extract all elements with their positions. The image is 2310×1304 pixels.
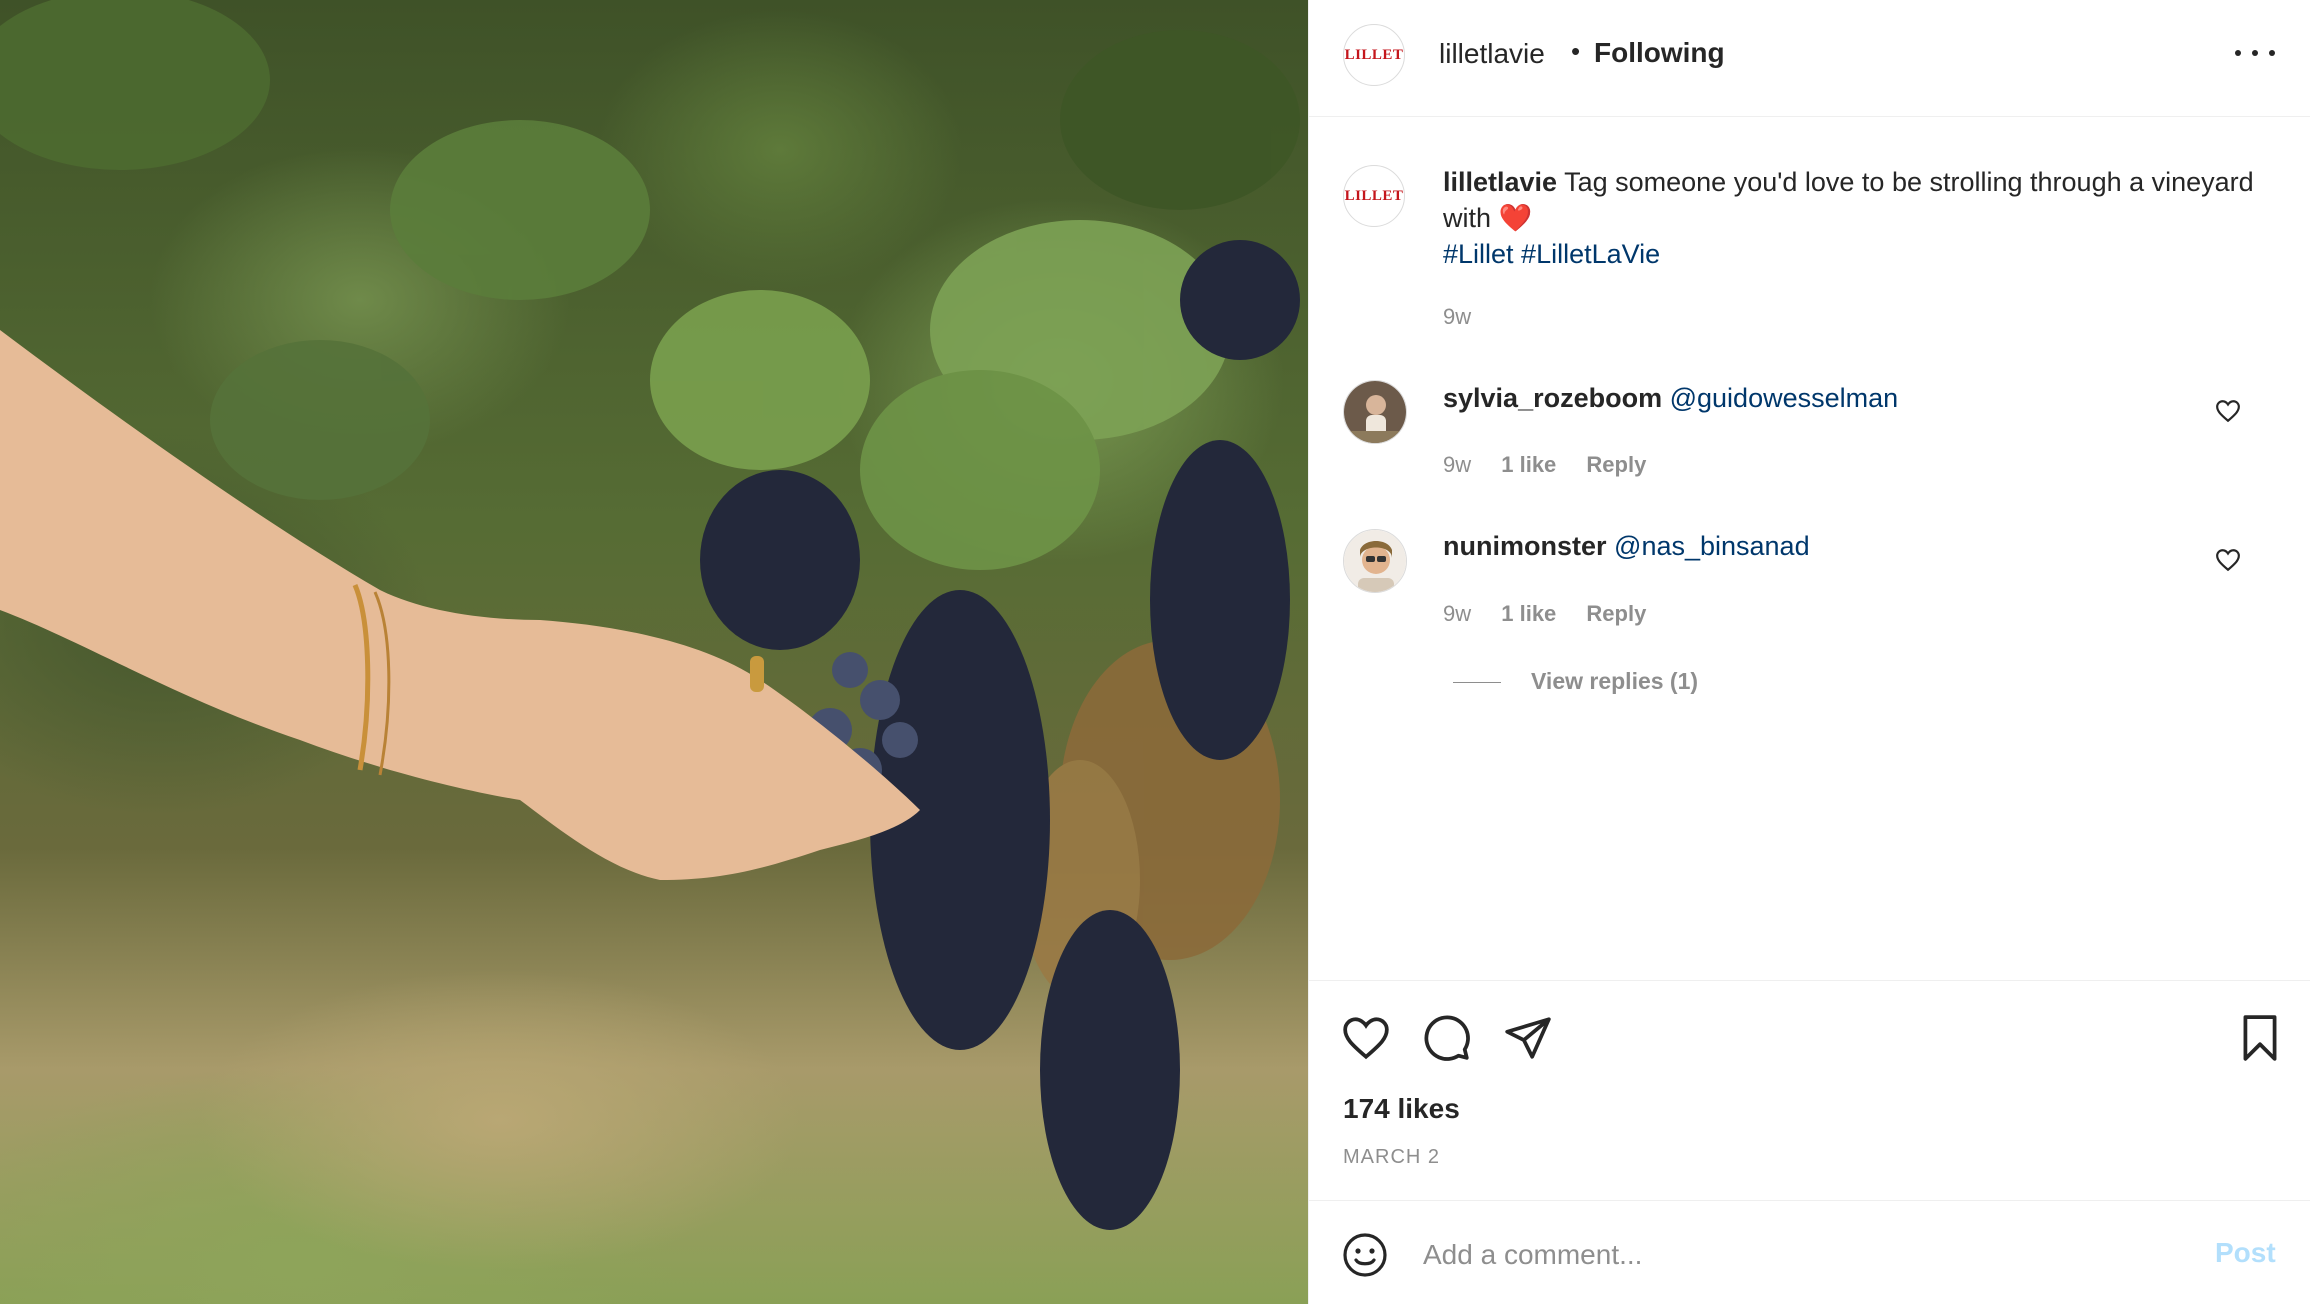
lillet-logo: LILLET [1344,187,1404,204]
like-comment-heart-icon[interactable] [2215,547,2241,573]
post-comment-button[interactable]: Post [2215,1237,2276,1269]
caption-avatar[interactable]: LILLET [1343,165,1405,227]
reply-button[interactable]: Reply [1586,601,1646,626]
emoji-smiley-icon[interactable] [1341,1231,1389,1279]
add-comment-input[interactable] [1421,1229,2165,1281]
comment-avatar[interactable] [1343,529,1407,593]
caption-text: Tag someone you'd love to be strolling t… [1443,167,2254,233]
comment-1-text: sylvia_rozeboom @guidowesselman [1443,383,1898,414]
comment-likes[interactable]: 1 like [1501,452,1556,477]
separator-dot: • [1571,36,1581,66]
comment-1-meta: 9w 1 like Reply [1443,452,1670,478]
post-photo[interactable] [0,0,1308,1304]
comment-time[interactable]: 9w [1443,452,1471,477]
comment-time[interactable]: 9w [1443,601,1471,626]
comment-bubble-icon[interactable] [1422,1013,1472,1063]
post-detail-panel: LILLET lilletlavie • Following LILLET li… [1308,0,2310,1304]
replies-divider-line [1453,682,1501,684]
more-options-icon[interactable] [2235,38,2275,68]
share-paper-plane-icon[interactable] [1503,1013,1553,1063]
like-comment-heart-icon[interactable] [2215,398,2241,424]
comment-2-text: nunimonster @nas_binsanad [1443,531,1810,562]
like-heart-icon[interactable] [1341,1013,1391,1063]
caption-hashtags[interactable]: #Lillet #LilletLaVie [1443,239,1660,269]
post-date[interactable]: MARCH 2 [1343,1146,1440,1169]
lillet-logo: LILLET [1344,46,1404,63]
comment-username[interactable]: nunimonster [1443,531,1607,561]
photo-illustration [0,0,1300,1230]
account-avatar[interactable]: LILLET [1343,24,1405,86]
follow-status-button[interactable]: Following [1594,37,1725,69]
comment-likes[interactable]: 1 like [1501,601,1556,626]
post-caption: lilletlavie Tag someone you'd love to be… [1443,164,2263,272]
caption-username[interactable]: lilletlavie [1443,167,1557,197]
comment-mention[interactable]: @nas_binsanad [1614,531,1810,561]
account-username[interactable]: lilletlavie [1439,38,1545,70]
comment-mention[interactable]: @guidowesselman [1670,383,1899,413]
comment-composer: Post [1309,1200,2310,1304]
post-actions: 174 likes MARCH 2 [1309,980,2310,1200]
comment-username[interactable]: sylvia_rozeboom [1443,383,1662,413]
save-bookmark-icon[interactable] [2235,1013,2285,1063]
comment-2-meta: 9w 1 like Reply [1443,601,1670,627]
view-replies-label: View replies (1) [1531,668,1699,694]
caption-time[interactable]: 9w [1443,304,1471,330]
reply-button[interactable]: Reply [1586,452,1646,477]
view-replies-button[interactable]: View replies (1) [1453,668,1698,695]
post-header: LILLET lilletlavie • Following [1309,0,2310,117]
heart-emoji: ❤️ [1498,203,1533,233]
likes-count[interactable]: 174 likes [1343,1093,1460,1125]
comment-avatar[interactable] [1343,380,1407,444]
